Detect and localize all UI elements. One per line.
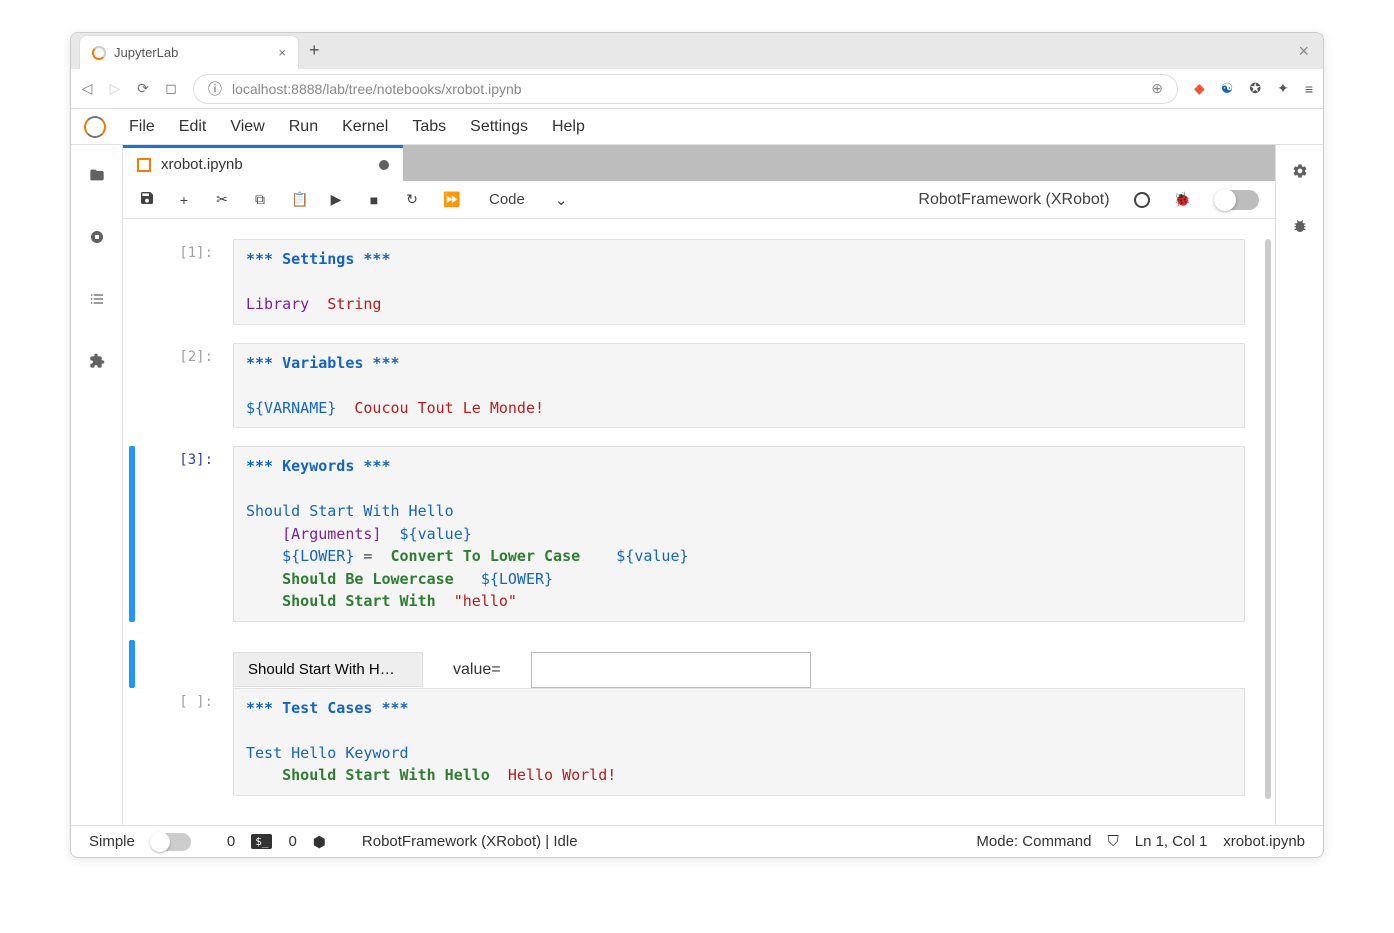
- output-widget: Should Start With H… value=: [233, 652, 1245, 688]
- value-label: value=: [453, 661, 501, 679]
- close-tab-icon[interactable]: ×: [278, 45, 286, 60]
- kernel-name[interactable]: RobotFramework (XRobot): [918, 191, 1109, 209]
- kernel-status-text: RobotFramework (XRobot) | Idle: [362, 833, 578, 850]
- code-editor[interactable]: *** Keywords *** Should Start With Hello…: [233, 446, 1245, 622]
- cell-prompt: [2]:: [135, 343, 225, 429]
- zoom-icon[interactable]: ⊕: [1151, 80, 1163, 97]
- cell-prompt: [1]:: [135, 239, 225, 325]
- code-editor[interactable]: *** Test Cases *** Test Hello Keyword Sh…: [233, 688, 1245, 796]
- paste-icon[interactable]: 📋: [291, 191, 305, 208]
- notebook-tab-title: xrobot.ipynb: [161, 156, 243, 173]
- cell-prompt: [3]:: [135, 446, 225, 622]
- cell-0[interactable]: [1]:*** Settings *** Library String: [123, 239, 1245, 325]
- reload-icon[interactable]: ⟳: [137, 80, 149, 97]
- run-keyword-button[interactable]: Should Start With H…: [233, 652, 423, 687]
- scrollbar[interactable]: [1265, 239, 1271, 799]
- browser-tab[interactable]: JupyterLab ×: [79, 35, 299, 69]
- extensions-icon[interactable]: ✦: [1277, 80, 1289, 97]
- site-info-icon[interactable]: ⓘ: [208, 79, 222, 99]
- celltype-label: Code: [489, 191, 525, 208]
- menu-view[interactable]: View: [230, 118, 264, 136]
- browser-extensions: ◆ ☯ ✪ ✦ ≡: [1194, 80, 1313, 97]
- notebook-area[interactable]: [1]:*** Settings *** Library String[2]:*…: [123, 219, 1275, 825]
- cell-3[interactable]: [ ]:*** Test Cases *** Test Hello Keywor…: [123, 688, 1245, 796]
- menu-run[interactable]: Run: [289, 118, 318, 136]
- kernel-sessions-icon[interactable]: ⬢: [313, 833, 326, 851]
- back-icon[interactable]: ◁: [81, 80, 93, 97]
- running-kernels-icon[interactable]: [85, 225, 109, 249]
- url-bar[interactable]: ⓘ localhost:8888/lab/tree/notebooks/xrob…: [193, 74, 1178, 104]
- ext-icon-1[interactable]: ☯: [1221, 80, 1234, 97]
- new-tab-button[interactable]: +: [299, 32, 330, 69]
- save-icon[interactable]: [139, 190, 153, 209]
- status-count1: 0: [227, 833, 235, 850]
- left-sidebar: [71, 145, 123, 825]
- ext-icon-2[interactable]: ✪: [1249, 80, 1261, 97]
- app-window: JupyterLab × + × ◁ ▷ ⟳ ◻ ⓘ localhost:888…: [70, 32, 1324, 858]
- property-inspector-icon[interactable]: [1292, 163, 1308, 182]
- main-area: xrobot.ipynb + ✂ ⧉ 📋 ▶ ■ ↻ ⏩ Code ⌄: [123, 145, 1275, 825]
- menu-tabs[interactable]: Tabs: [412, 118, 446, 136]
- terminal-icon[interactable]: $_: [251, 834, 272, 849]
- debugger-toggle[interactable]: [1215, 190, 1259, 210]
- menu-kernel[interactable]: Kernel: [342, 118, 388, 136]
- menu-help[interactable]: Help: [552, 118, 585, 136]
- kernel-status-icon[interactable]: [1134, 192, 1150, 208]
- url-path: /lab/tree/notebooks/xrobot.ipynb: [322, 81, 521, 97]
- brave-shield-icon[interactable]: ◆: [1194, 80, 1205, 97]
- toc-icon[interactable]: [85, 287, 109, 311]
- restart-icon[interactable]: ↻: [405, 191, 419, 208]
- jupyterlab-menubar: File Edit View Run Kernel Tabs Settings Help: [71, 109, 1323, 145]
- add-cell-icon[interactable]: +: [177, 192, 191, 208]
- document-tabs: xrobot.ipynb: [123, 145, 1275, 181]
- browser-menu-icon[interactable]: ≡: [1305, 81, 1313, 97]
- celltype-select[interactable]: Code ⌄: [481, 191, 575, 209]
- extensions-icon-sidebar[interactable]: [85, 349, 109, 373]
- url-host: localhost:: [232, 81, 291, 97]
- url-port: 8888: [291, 81, 322, 97]
- forward-icon[interactable]: ▷: [109, 80, 121, 97]
- lncol-label: Ln 1, Col 1: [1135, 833, 1208, 850]
- notebook-tab[interactable]: xrobot.ipynb: [123, 145, 403, 181]
- stop-icon[interactable]: ■: [367, 192, 381, 208]
- window-close-icon[interactable]: ×: [1298, 41, 1309, 62]
- simple-label: Simple: [89, 833, 135, 850]
- filename-label: xrobot.ipynb: [1223, 833, 1305, 850]
- value-input[interactable]: [531, 652, 811, 688]
- cell-1[interactable]: [2]:*** Variables *** ${VARNAME} Coucou …: [123, 343, 1245, 429]
- mode-label: Mode: Command: [976, 833, 1091, 850]
- fast-forward-icon[interactable]: ⏩: [443, 191, 457, 208]
- trusted-icon[interactable]: ⛉: [1107, 833, 1118, 850]
- cell-prompt: [ ]:: [135, 688, 225, 796]
- unsaved-dot-icon: [379, 160, 389, 170]
- menu-edit[interactable]: Edit: [179, 118, 207, 136]
- code-editor[interactable]: *** Settings *** Library String: [233, 239, 1245, 325]
- jupyter-logo[interactable]: [71, 116, 119, 138]
- status-count2: 0: [288, 833, 296, 850]
- code-editor[interactable]: *** Variables *** ${VARNAME} Coucou Tout…: [233, 343, 1245, 429]
- debugger-panel-icon[interactable]: [1292, 218, 1308, 237]
- menu-file[interactable]: File: [129, 118, 155, 136]
- right-sidebar: [1275, 145, 1323, 825]
- jupyter-favicon: [92, 46, 106, 60]
- notebook-icon: [137, 158, 151, 172]
- run-icon[interactable]: ▶: [329, 191, 343, 208]
- bookmark-icon[interactable]: ◻: [165, 80, 177, 97]
- debug-icon[interactable]: 🐞: [1174, 191, 1191, 208]
- file-browser-icon[interactable]: [85, 163, 109, 187]
- browser-tab-title: JupyterLab: [114, 45, 178, 60]
- browser-toolbar: ◁ ▷ ⟳ ◻ ⓘ localhost:8888/lab/tree/notebo…: [71, 69, 1323, 109]
- browser-tabstrip: JupyterLab × + ×: [71, 33, 1323, 69]
- cut-icon[interactable]: ✂: [215, 191, 229, 208]
- menu-settings[interactable]: Settings: [470, 118, 528, 136]
- copy-icon[interactable]: ⧉: [253, 191, 267, 208]
- status-bar: Simple 0 $_ 0 ⬢ RobotFramework (XRobot) …: [71, 825, 1323, 857]
- notebook-toolbar: + ✂ ⧉ 📋 ▶ ■ ↻ ⏩ Code ⌄ RobotFramework (X…: [123, 181, 1275, 219]
- cell-2[interactable]: [3]:*** Keywords *** Should Start With H…: [123, 446, 1245, 622]
- chevron-down-icon: ⌄: [555, 191, 568, 209]
- simple-toggle[interactable]: [151, 833, 191, 851]
